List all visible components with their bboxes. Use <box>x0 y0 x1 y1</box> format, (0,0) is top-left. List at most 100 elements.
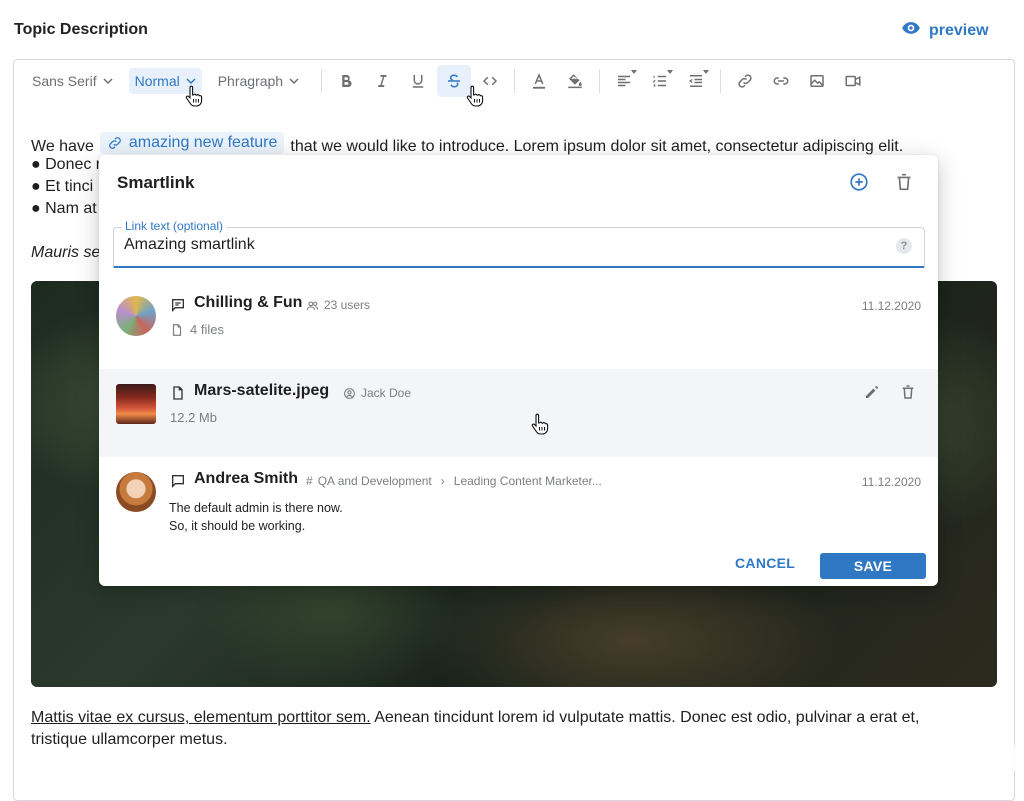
hand-cursor-icon <box>531 413 549 435</box>
chain-link-icon <box>773 77 789 85</box>
item-name: Mars-satelite.jpeg <box>194 382 330 399</box>
highlight-button[interactable] <box>558 65 592 97</box>
link-text-label: Link text (optional) <box>122 219 227 233</box>
item-date: 11.12.2020 <box>861 475 921 489</box>
image-icon <box>810 75 824 87</box>
item-date: 11.12.2020 <box>861 299 921 313</box>
bullet-item: ● Nam at <box>31 200 97 217</box>
editor-toolbar: Sans Serif Normal Phragraph <box>26 64 986 98</box>
inline-link-label: amazing new feature <box>128 134 278 151</box>
video-icon <box>845 75 861 87</box>
caret-icon <box>667 70 674 74</box>
files-count: 4 files <box>190 322 224 337</box>
bottom-text: Aenean tincidunt lorem id vulputate matt… <box>370 709 920 726</box>
item-meta: 23 users <box>306 298 370 312</box>
hash-icon: # <box>306 474 313 488</box>
user-avatar <box>116 472 156 512</box>
underline-icon <box>412 75 424 88</box>
underline-button[interactable] <box>401 65 435 97</box>
item-meta: Jack Doe <box>343 386 411 400</box>
cancel-button[interactable]: CANCEL <box>735 555 795 571</box>
paragraph-line: We have amazing new feature that we would … <box>31 132 903 156</box>
file-icon <box>172 323 182 336</box>
users-count: 23 users <box>324 298 371 312</box>
toolbar-divider <box>321 69 323 93</box>
text-before-link: We have <box>31 138 94 155</box>
toolbar-divider <box>720 69 722 93</box>
item-sub: 4 files <box>170 322 224 337</box>
eye-icon <box>901 18 921 43</box>
link-text-input[interactable] <box>124 236 864 254</box>
inline-smartlink[interactable]: amazing new feature <box>99 132 285 154</box>
help-icon[interactable]: ? <box>896 238 912 254</box>
font-family-select[interactable]: Sans Serif <box>26 68 119 94</box>
item-meta: # QA and Development › Leading Content M… <box>306 474 602 488</box>
block-format-value: Phragraph <box>217 73 284 89</box>
block-format-select[interactable]: Phragraph <box>212 68 305 94</box>
add-circle-icon[interactable] <box>848 171 870 193</box>
smartlink-result-item[interactable]: Chilling & Fun 23 users 4 files 11.12.20… <box>99 281 938 369</box>
bullet-item: ● Et tinci <box>31 178 94 195</box>
pencil-icon[interactable] <box>863 383 881 401</box>
bold-button[interactable] <box>329 65 363 97</box>
channel-path: Leading Content Marketer... <box>453 474 602 488</box>
link-text-field[interactable]: Link text (optional) ? <box>113 219 925 268</box>
smartlink-title: Smartlink <box>117 173 195 192</box>
file-thumbnail <box>116 384 156 424</box>
smartlink-button[interactable] <box>764 65 798 97</box>
hand-cursor-icon <box>466 85 484 107</box>
numbered-list-icon <box>652 75 667 87</box>
indent-button[interactable] <box>679 65 713 97</box>
smartlink-result-item[interactable]: Mars-satelite.jpeg Jack Doe 12.2 Mb <box>99 369 938 457</box>
preview-label: preview <box>929 21 989 39</box>
italic-icon <box>378 75 387 87</box>
smartlink-result-item[interactable]: Andrea Smith # QA and Development › Lead… <box>99 457 938 545</box>
save-button[interactable]: SAVE <box>820 553 926 579</box>
link-icon <box>108 137 121 149</box>
item-sub: 12.2 Mb <box>170 410 217 425</box>
toolbar-divider <box>599 69 601 93</box>
owner-name: Jack Doe <box>361 386 412 400</box>
caret-icon <box>703 70 710 74</box>
toolbar-divider <box>514 69 516 93</box>
hand-cursor-icon <box>185 85 203 107</box>
bottom-fade <box>0 745 1024 771</box>
link-icon <box>738 74 752 88</box>
italic-paragraph: Mauris se <box>31 244 101 261</box>
bottom-paragraph: Mattis vitae ex cursus, elementum portti… <box>31 709 919 727</box>
text-color-icon <box>533 73 546 89</box>
bold-icon <box>342 75 352 88</box>
underlined-link[interactable]: Mattis vitae ex cursus, elementum portti… <box>31 709 371 726</box>
chevron-down-icon <box>289 78 299 85</box>
video-button[interactable] <box>836 65 870 97</box>
image-button[interactable] <box>800 65 834 97</box>
chevron-right-icon: › <box>440 474 445 488</box>
smartlink-dialog: Smartlink Link text (optional) ? Chillin… <box>99 155 938 586</box>
item-name: Andrea Smith <box>194 470 299 487</box>
caret-icon <box>631 70 638 74</box>
item-name: Chilling & Fun <box>194 294 303 311</box>
trash-icon[interactable] <box>899 383 917 401</box>
text-color-button[interactable] <box>522 65 556 97</box>
text-after-link: that we would like to introduce. Lorem i… <box>290 138 904 155</box>
message-preview: The default admin is there now. So, it s… <box>169 499 343 535</box>
user-circle-icon <box>344 387 355 399</box>
link-button[interactable] <box>728 65 762 97</box>
chevron-down-icon <box>103 78 113 85</box>
channel-name: QA and Development <box>317 474 432 488</box>
trash-icon[interactable] <box>893 171 915 193</box>
list-button[interactable] <box>643 65 677 97</box>
message-line: The default admin is there now. <box>169 501 343 515</box>
preview-button[interactable]: preview <box>901 18 989 43</box>
file-size: 12.2 Mb <box>170 410 217 425</box>
chat-icon <box>172 299 184 312</box>
message-icon <box>172 475 184 488</box>
message-line: So, it should be working. <box>169 519 306 533</box>
highlight-icon <box>568 74 582 89</box>
users-icon <box>306 300 319 310</box>
font-family-value: Sans Serif <box>32 73 97 89</box>
italic-button[interactable] <box>365 65 399 97</box>
align-button[interactable] <box>607 65 641 97</box>
font-size-value: Normal <box>134 73 180 89</box>
bullet-item: ● Donec r <box>31 156 102 173</box>
